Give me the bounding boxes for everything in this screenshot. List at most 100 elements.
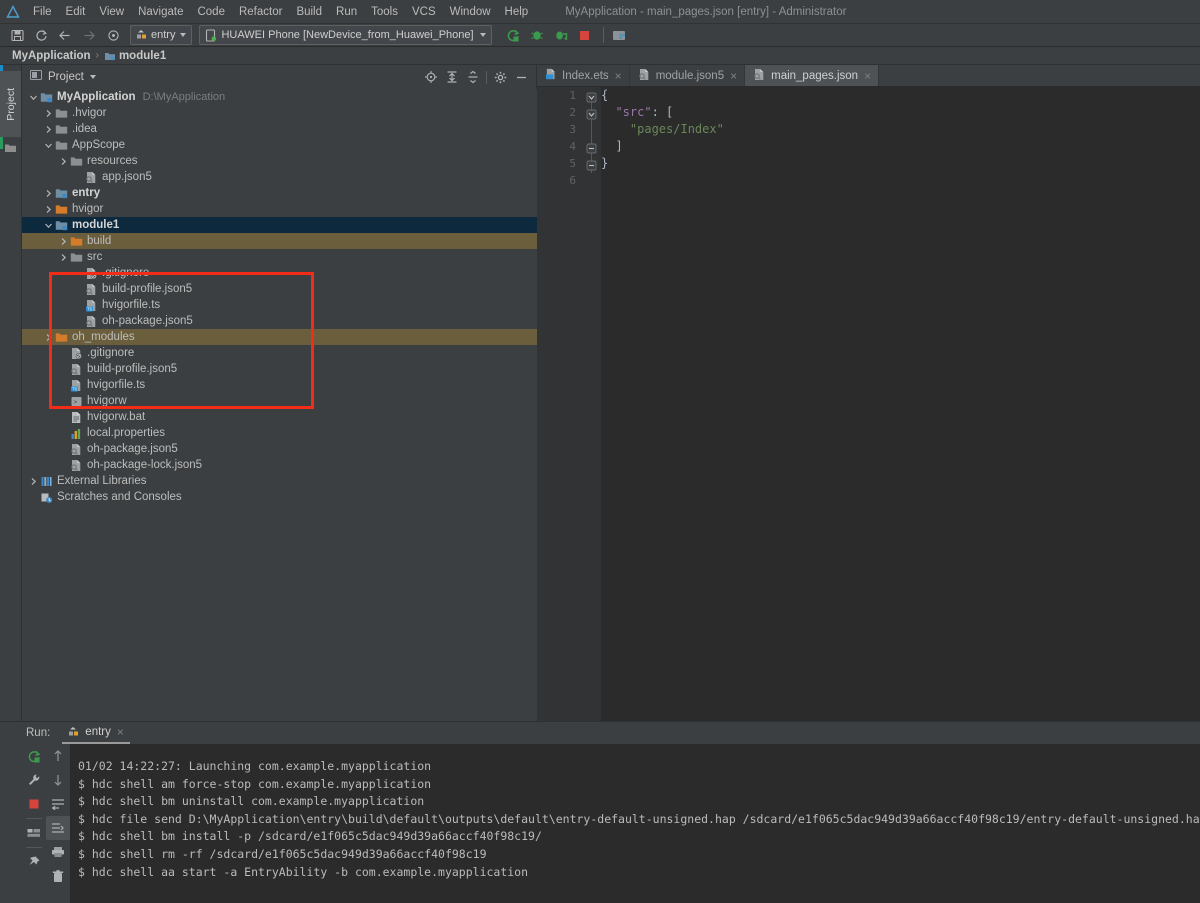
arrow-up-icon[interactable]	[46, 744, 70, 768]
fold-marker-line4[interactable]	[586, 141, 597, 154]
breadcrumb-root[interactable]: MyApplication	[12, 50, 91, 62]
rerun-icon[interactable]	[22, 744, 46, 768]
fold-marker-line2[interactable]	[586, 107, 597, 120]
chevron-right-icon[interactable]	[43, 121, 54, 137]
tree-row-oh-package-json5[interactable]: oh-package.json5	[22, 313, 537, 329]
tree-row-hvigorw-bat[interactable]: hvigorw.bat	[22, 409, 537, 425]
close-icon[interactable]: ×	[615, 70, 622, 82]
chevron-right-icon[interactable]	[58, 233, 69, 249]
tree-row-resources[interactable]: resources	[22, 153, 537, 169]
menu-item-build[interactable]: Build	[289, 0, 329, 24]
arrow-left-icon[interactable]	[54, 25, 76, 45]
menu-item-file[interactable]: File	[26, 0, 59, 24]
project-tree[interactable]: MyApplication D:\MyApplication .hvigor .ide…	[22, 89, 537, 721]
tree-row-build-profile-json5[interactable]: build-profile.json5	[22, 281, 537, 297]
menu-item-refactor[interactable]: Refactor	[232, 0, 289, 24]
tree-row-local-properties[interactable]: local.properties	[22, 425, 537, 441]
editor-tab-main-pages-json[interactable]: main_pages.json ×	[745, 65, 880, 86]
tree-row-build-profile-json5[interactable]: build-profile.json5	[22, 361, 537, 377]
tree-row--gitignore[interactable]: .gitignore	[22, 265, 537, 281]
tree-row-entry[interactable]: entry	[22, 185, 537, 201]
arrow-right-icon[interactable]	[78, 25, 100, 45]
tree-row-myapplication[interactable]: MyApplication D:\MyApplication	[22, 89, 537, 105]
chevron-right-icon[interactable]	[58, 249, 69, 265]
folder-icon[interactable]	[4, 141, 17, 159]
editor-fold-column[interactable]	[583, 87, 601, 721]
close-icon[interactable]: ×	[864, 70, 871, 82]
tree-row-hvigorfile-ts[interactable]: TS hvigorfile.ts	[22, 377, 537, 393]
tree-row-oh-package-json5[interactable]: oh-package.json5	[22, 441, 537, 457]
chevron-down-icon[interactable]	[28, 89, 39, 105]
print-icon[interactable]	[46, 840, 70, 864]
close-icon[interactable]: ×	[730, 70, 737, 82]
chevron-down-icon[interactable]	[89, 75, 96, 79]
editor-tab-index-ets[interactable]: Index.ets ×	[537, 65, 630, 86]
tree-row-src[interactable]: src	[22, 249, 537, 265]
chevron-right-icon[interactable]	[28, 473, 39, 489]
close-icon[interactable]: ×	[117, 725, 124, 739]
locate-icon[interactable]	[420, 67, 441, 87]
tree-row--hvigor[interactable]: .hvigor	[22, 105, 537, 121]
sync-icon[interactable]	[30, 25, 52, 45]
run-icon[interactable]	[502, 25, 524, 45]
editor-code[interactable]: { "src": [ "pages/Index" ]}	[601, 87, 1200, 721]
chevron-right-icon[interactable]	[43, 105, 54, 121]
chevron-right-icon[interactable]	[58, 153, 69, 169]
menu-item-code[interactable]: Code	[190, 0, 232, 24]
menu-item-view[interactable]: View	[92, 0, 131, 24]
menu-item-navigate[interactable]: Navigate	[131, 0, 190, 24]
expand-all-icon[interactable]	[441, 67, 462, 87]
fold-marker-line5[interactable]	[586, 158, 597, 171]
gear-icon[interactable]	[490, 67, 511, 87]
editor-tab-module-json5[interactable]: module.json5 ×	[629, 65, 746, 86]
menu-item-tools[interactable]: Tools	[364, 0, 405, 24]
run-tab-entry[interactable]: entry ×	[62, 722, 130, 744]
target-icon[interactable]	[102, 25, 124, 45]
arrow-down-icon[interactable]	[46, 768, 70, 792]
tree-row-hvigorw[interactable]: > hvigorw	[22, 393, 537, 409]
tree-row-external-libraries[interactable]: External Libraries	[22, 473, 537, 489]
sidebar-tab-project[interactable]: Project	[0, 71, 21, 137]
tree-row-build[interactable]: build	[22, 233, 537, 249]
folder-icon	[69, 249, 84, 265]
chevron-down-icon[interactable]	[43, 137, 54, 153]
minimize-icon[interactable]	[511, 67, 532, 87]
chevron-down-icon[interactable]	[43, 217, 54, 233]
chevron-right-icon[interactable]	[43, 201, 54, 217]
collapse-all-icon[interactable]	[462, 67, 483, 87]
run-configuration-selector[interactable]: entry	[130, 25, 193, 45]
tree-row-app-json5[interactable]: app.json5	[22, 169, 537, 185]
soft-wrap-icon[interactable]	[46, 792, 70, 816]
device-selector[interactable]: HUAWEI Phone [NewDevice_from_Huawei_Phon…	[199, 25, 492, 45]
trash-icon[interactable]	[46, 864, 70, 888]
breadcrumb-current[interactable]: module1	[119, 50, 166, 62]
tree-row-module1[interactable]: module1	[22, 217, 537, 233]
tree-row-appscope[interactable]: AppScope	[22, 137, 537, 153]
device-manager-icon[interactable]	[609, 25, 631, 45]
chevron-right-icon[interactable]	[43, 185, 54, 201]
tree-row-hvigorfile-ts[interactable]: TS hvigorfile.ts	[22, 297, 537, 313]
fold-marker-line1[interactable]	[586, 90, 597, 103]
menu-item-vcs[interactable]: VCS	[405, 0, 443, 24]
debug-icon[interactable]	[526, 25, 548, 45]
tree-row-oh-package-lock-json5[interactable]: oh-package-lock.json5	[22, 457, 537, 473]
menu-item-window[interactable]: Window	[443, 0, 498, 24]
tree-row--idea[interactable]: .idea	[22, 121, 537, 137]
layout-icon[interactable]	[22, 821, 46, 845]
tree-row-oh-modules[interactable]: oh_modules	[22, 329, 537, 345]
save-icon[interactable]	[6, 25, 28, 45]
run-profile-icon[interactable]	[550, 25, 572, 45]
menu-item-help[interactable]: Help	[498, 0, 536, 24]
run-console-output[interactable]: 01/02 14:22:27: Launching com.example.my…	[70, 744, 1200, 903]
wrench-icon[interactable]	[22, 768, 46, 792]
pin-icon[interactable]	[22, 850, 46, 874]
tree-row-scratches-and-consoles[interactable]: Scratches and Consoles	[22, 489, 537, 505]
stop-icon[interactable]	[574, 25, 596, 45]
tree-row-hvigor[interactable]: hvigor	[22, 201, 537, 217]
tree-row--gitignore[interactable]: .gitignore	[22, 345, 537, 361]
chevron-right-icon[interactable]	[43, 329, 54, 345]
menu-item-edit[interactable]: Edit	[59, 0, 93, 24]
stop-icon[interactable]	[22, 792, 46, 816]
scroll-end-icon[interactable]	[46, 816, 70, 840]
menu-item-run[interactable]: Run	[329, 0, 364, 24]
